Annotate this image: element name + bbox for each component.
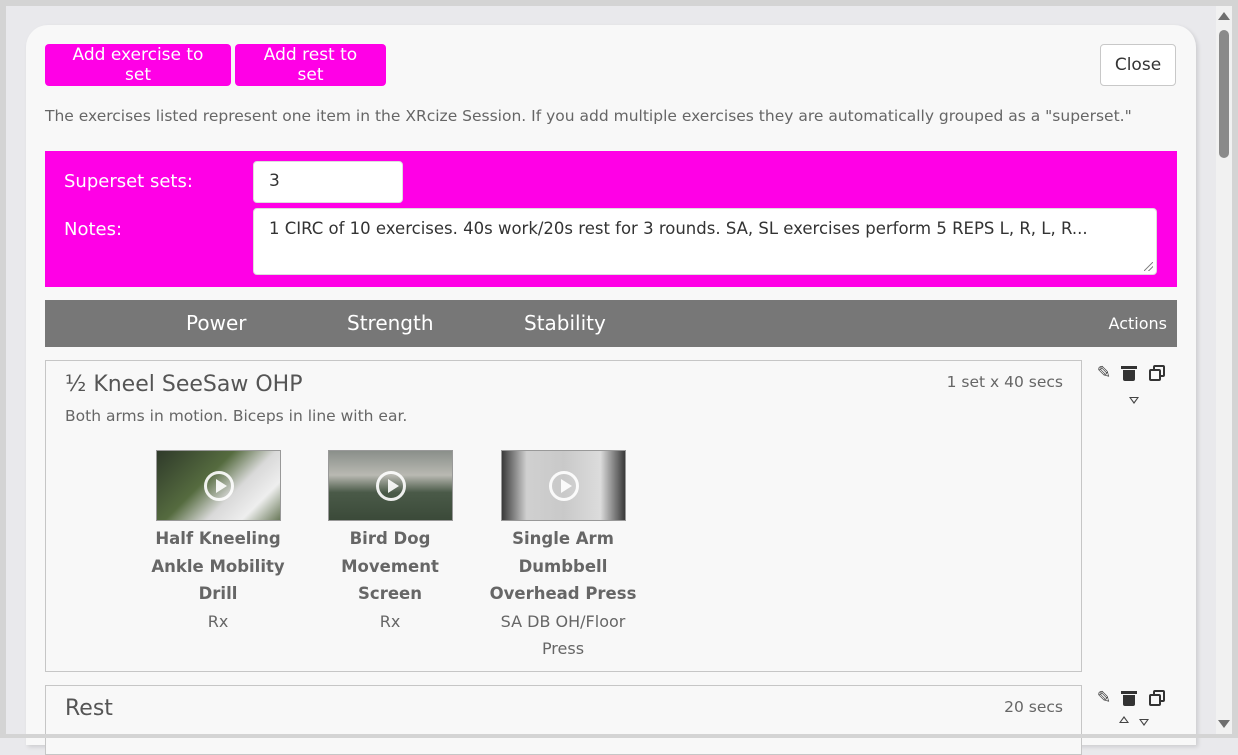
exercise-name: Single Arm Dumbbell Overhead Press [489, 529, 637, 603]
exercise-subtitle: Rx [379, 611, 401, 631]
copy-icon[interactable] [1149, 365, 1165, 381]
exercise-set-modal: Add exercise to set Add rest to set Clos… [26, 25, 1196, 755]
tab-power[interactable]: Power [186, 311, 246, 335]
exercise-name: Half Kneeling Ankle Mobility Drill [151, 529, 285, 603]
tab-stability[interactable]: Stability [524, 311, 606, 335]
scroll-down-icon[interactable] [1218, 720, 1230, 728]
video-thumbnail[interactable] [500, 450, 626, 521]
add-exercise-button[interactable]: Add exercise to set [45, 44, 231, 86]
resize-grip-icon[interactable] [1144, 262, 1153, 271]
triangle-down-icon[interactable] [1129, 397, 1139, 404]
triangle-down-icon[interactable] [1139, 719, 1149, 726]
superset-panel: Superset sets: 3 Notes: 1 CIRC of 10 exe… [45, 151, 1177, 287]
intro-text: The exercises listed represent one item … [45, 107, 1132, 125]
exercise-name: Bird Dog Movement Screen [341, 529, 439, 603]
video-thumbnail[interactable] [155, 450, 281, 521]
category-tab-bar: Power Strength Stability Actions [45, 300, 1177, 347]
scroll-thumb[interactable] [1219, 30, 1229, 158]
notes-textarea[interactable]: 1 CIRC of 10 exercises. 40s work/20s res… [253, 208, 1157, 275]
exercise-tile[interactable]: Single Arm Dumbbell Overhead Press SA DB… [483, 450, 643, 663]
add-rest-button[interactable]: Add rest to set [235, 44, 386, 86]
trash-icon[interactable] [1121, 691, 1137, 706]
superset-sets-input[interactable]: 3 [253, 161, 403, 203]
notes-value: 1 CIRC of 10 exercises. 40s work/20s res… [269, 219, 1088, 238]
item-meta: 20 secs [1004, 698, 1063, 716]
scroll-up-icon[interactable] [1218, 12, 1230, 20]
item-title: ½ Kneel SeeSaw OHP [65, 372, 303, 397]
exercise-tile[interactable]: Half Kneeling Ankle Mobility Drill Rx [138, 450, 298, 635]
trash-icon[interactable] [1121, 366, 1137, 381]
item-description: Both arms in motion. Biceps in line with… [65, 407, 408, 425]
play-icon[interactable] [375, 471, 406, 501]
set-item-card: ½ Kneel SeeSaw OHP 1 set x 40 secs Both … [45, 360, 1082, 672]
play-icon[interactable] [203, 471, 234, 501]
pencil-icon[interactable]: ✎ [1096, 364, 1112, 382]
actions-header: Actions [1108, 314, 1167, 333]
superset-sets-label: Superset sets: [64, 171, 193, 192]
tab-strength[interactable]: Strength [347, 311, 434, 335]
exercise-subtitle: SA DB OH/Floor Press [500, 611, 626, 659]
play-icon[interactable] [548, 471, 579, 501]
item-meta: 1 set x 40 secs [946, 373, 1063, 391]
copy-icon[interactable] [1149, 690, 1165, 706]
exercise-subtitle: Rx [207, 611, 229, 631]
item-title: Rest [65, 696, 113, 721]
triangle-up-icon[interactable] [1119, 716, 1129, 723]
notes-label: Notes: [64, 219, 123, 240]
close-button[interactable]: Close [1100, 44, 1176, 86]
exercise-tile[interactable]: Bird Dog Movement Screen Rx [310, 450, 470, 635]
video-thumbnail[interactable] [327, 450, 453, 521]
pencil-icon[interactable]: ✎ [1096, 689, 1112, 707]
page-scrollbar[interactable] [1216, 6, 1232, 734]
set-item-card: Rest 20 secs [45, 685, 1082, 755]
